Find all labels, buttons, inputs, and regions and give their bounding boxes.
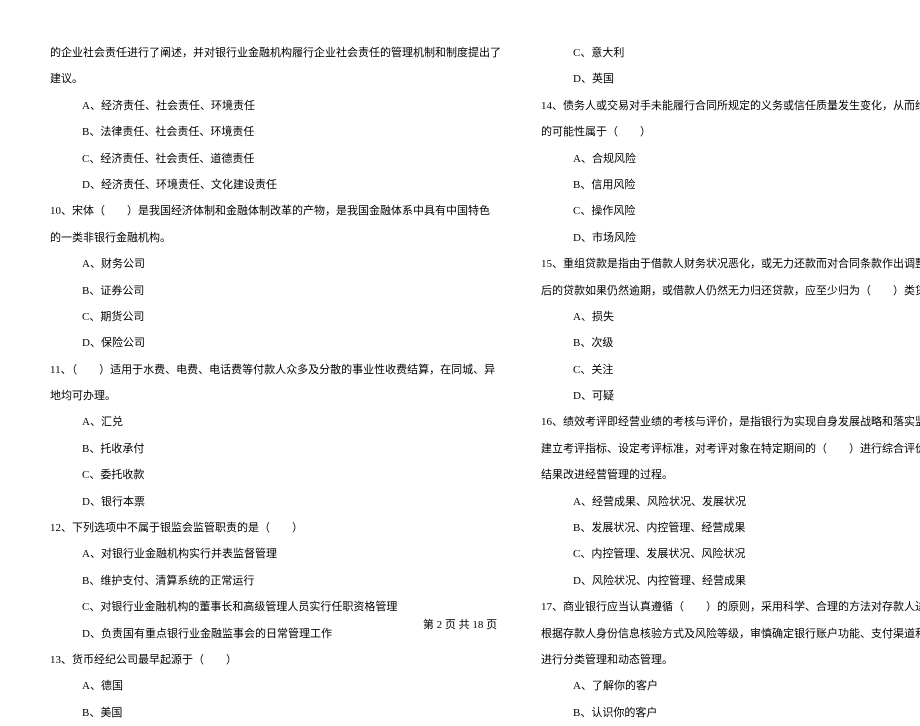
q14-option-b: B、信用风险	[541, 172, 920, 198]
q15-line-2: 后的贷款如果仍然逾期，或借款人仍然无力归还贷款，应至少归为（ ）类贷款。	[541, 278, 920, 304]
right-column: C、意大利 D、英国 14、债务人或交易对手未能履行合同所规定的义务或信任质量发…	[541, 40, 920, 600]
q11-option-a: A、汇兑	[50, 409, 501, 435]
q14-line-1: 14、债务人或交易对手未能履行合同所规定的义务或信任质量发生变化，从而给银行带来…	[541, 93, 920, 119]
q9-intro-2: 建议。	[50, 66, 501, 92]
q14-line-2: 的可能性属于（ ）	[541, 119, 920, 145]
q16-line-2: 建立考评指标、设定考评标准，对考评对象在特定期间的（ ）进行综合评价，并根据考评	[541, 436, 920, 462]
q9-option-c: C、经济责任、社会责任、道德责任	[50, 146, 501, 172]
q13-option-d: D、英国	[541, 66, 920, 92]
q12-option-a: A、对银行业金融机构实行并表监督管理	[50, 541, 501, 567]
q16-line-1: 16、绩效考评即经营业绩的考核与评价，是指银行为实现自身发展战略和落实监管要求，…	[541, 409, 920, 435]
q13-line: 13、货币经纪公司最早起源于（ ）	[50, 647, 501, 673]
page-footer: 第 2 页 共 18 页	[0, 616, 920, 632]
q17-option-a: A、了解你的客户	[541, 673, 920, 699]
q9-option-a: A、经济责任、社会责任、环境责任	[50, 93, 501, 119]
q15-option-b: B、次级	[541, 330, 920, 356]
q12-line: 12、下列选项中不属于银监会监管职责的是（ ）	[50, 515, 501, 541]
q16-option-d: D、风险状况、内控管理、经营成果	[541, 568, 920, 594]
q17-option-b: B、认识你的客户	[541, 700, 920, 726]
q11-line-1: 11、（ ）适用于水费、电费、电话费等付款人众多及分散的事业性收费结算，在同城、…	[50, 357, 501, 383]
q9-intro-1: 的企业社会责任进行了阐述，并对银行业金融机构履行企业社会责任的管理机制和制度提出…	[50, 40, 501, 66]
q14-option-c: C、操作风险	[541, 198, 920, 224]
q10-option-b: B、证券公司	[50, 278, 501, 304]
q13-option-a: A、德国	[50, 673, 501, 699]
q11-option-c: C、委托收款	[50, 462, 501, 488]
q14-option-d: D、市场风险	[541, 225, 920, 251]
q11-option-b: B、托收承付	[50, 436, 501, 462]
q16-line-3: 结果改进经营管理的过程。	[541, 462, 920, 488]
q17-line-3: 进行分类管理和动态管理。	[541, 647, 920, 673]
q10-option-a: A、财务公司	[50, 251, 501, 277]
q12-option-b: B、维护支付、清算系统的正常运行	[50, 568, 501, 594]
q10-option-c: C、期货公司	[50, 304, 501, 330]
q14-option-a: A、合规风险	[541, 146, 920, 172]
q11-line-2: 地均可办理。	[50, 383, 501, 409]
q16-option-b: B、发展状况、内控管理、经营成果	[541, 515, 920, 541]
q15-option-c: C、关注	[541, 357, 920, 383]
q15-line-1: 15、重组贷款是指由于借款人财务状况恶化，或无力还款而对合同条款作出调整的贷款，…	[541, 251, 920, 277]
q13-option-b: B、美国	[50, 700, 501, 726]
q16-option-c: C、内控管理、发展状况、风险状况	[541, 541, 920, 567]
q13-option-c: C、意大利	[541, 40, 920, 66]
q15-option-d: D、可疑	[541, 383, 920, 409]
left-column: 的企业社会责任进行了阐述，并对银行业金融机构履行企业社会责任的管理机制和制度提出…	[50, 40, 501, 600]
q11-option-d: D、银行本票	[50, 489, 501, 515]
q10-line-1: 10、宋体（ ）是我国经济体制和金融体制改革的产物，是我国金融体系中具有中国特色	[50, 198, 501, 224]
q9-option-d: D、经济责任、环境责任、文化建设责任	[50, 172, 501, 198]
q10-option-d: D、保险公司	[50, 330, 501, 356]
q10-line-2: 的一类非银行金融机构。	[50, 225, 501, 251]
q9-option-b: B、法律责任、社会责任、环境责任	[50, 119, 501, 145]
q15-option-a: A、损失	[541, 304, 920, 330]
q16-option-a: A、经营成果、风险状况、发展状况	[541, 489, 920, 515]
